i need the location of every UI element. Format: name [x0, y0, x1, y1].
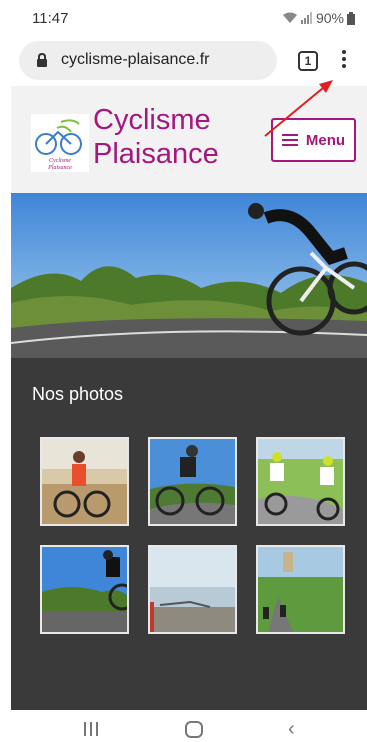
site-title[interactable]: Cyclisme Plaisance: [93, 103, 263, 171]
site-header: Cyclisme Plaisance Cyclisme Plaisance Me…: [11, 86, 367, 193]
status-time: 11:47: [32, 10, 69, 27]
landscape-photo-icon: [150, 547, 235, 632]
url-text: cyclisme-plaisance.fr: [61, 51, 210, 68]
wifi-icon: [282, 12, 297, 23]
battery-icon: [347, 11, 355, 25]
hero-cyclist-photo: [11, 193, 367, 358]
cyclist-photo-icon: [258, 439, 343, 524]
section-title: Nos photos: [32, 384, 124, 404]
gallery-thumb-6[interactable]: [256, 545, 345, 634]
site-title-line2: Plaisance: [93, 138, 219, 170]
battery-percent: 90%: [315, 10, 344, 26]
cyclist-photo-icon: [258, 547, 343, 632]
hero-image: [11, 193, 367, 358]
bicycle-logo-icon: Cyclisme Plaisance: [35, 119, 82, 171]
cyclist-photo-icon: [42, 439, 127, 524]
lock-icon: [37, 53, 47, 67]
site-logo[interactable]: Cyclisme Plaisance: [31, 114, 89, 172]
gallery-thumb-5[interactable]: [148, 545, 237, 634]
cyclist-photo-icon: [42, 547, 127, 632]
back-icon[interactable]: ‹: [288, 718, 295, 741]
logo-text-line2: Plaisance: [47, 165, 72, 171]
site-title-line1: Cyclisme: [93, 104, 211, 136]
status-bar: 11:47 90%: [0, 0, 367, 36]
menu-button[interactable]: Menu: [271, 118, 356, 162]
cyclist-photo-icon: [150, 439, 235, 524]
address-bar[interactable]: cyclisme-plaisance.fr: [19, 41, 277, 80]
hamburger-icon: [281, 134, 298, 146]
tab-switcher-icon[interactable]: 1: [298, 51, 318, 71]
photo-gallery-section: Nos photos: [11, 358, 367, 710]
menu-label: Menu: [305, 131, 346, 149]
system-nav-bar: ‹: [0, 710, 367, 742]
gallery-thumb-2[interactable]: [148, 437, 237, 526]
gallery-thumb-1[interactable]: [40, 437, 129, 526]
browser-toolbar: cyclisme-plaisance.fr 1: [0, 36, 367, 86]
signal-icon: [300, 12, 312, 24]
recents-icon[interactable]: [84, 722, 98, 736]
gallery-thumb-3[interactable]: [256, 437, 345, 526]
logo-text-line1: Cyclisme: [49, 158, 71, 164]
gallery-thumb-4[interactable]: [40, 545, 129, 634]
overflow-menu-icon[interactable]: [340, 50, 348, 72]
home-icon[interactable]: [185, 721, 203, 738]
status-icons: 90%: [282, 10, 355, 26]
